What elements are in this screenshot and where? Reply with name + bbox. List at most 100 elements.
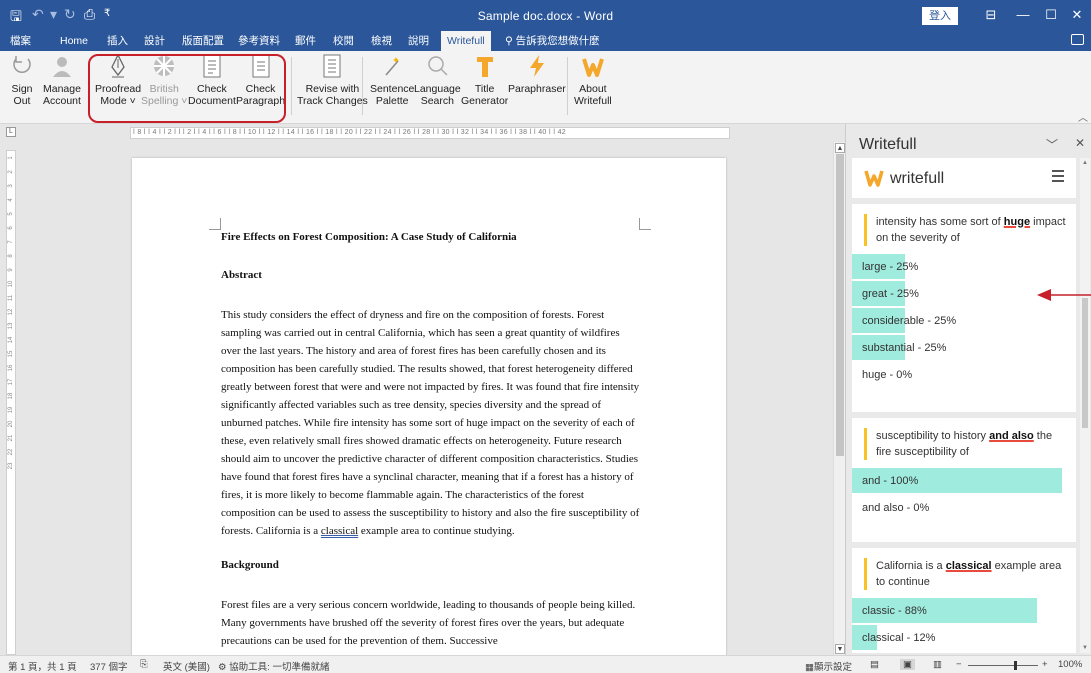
- title-bar: 🖫 ↶ ▾ ↻ ⎙ ₹ Sample doc.docx - Word 登入 ⊟ …: [0, 0, 1091, 31]
- tell-me-search[interactable]: ⚲ 告訴我您想做什麼: [505, 31, 600, 51]
- scroll-thumb[interactable]: [836, 154, 844, 456]
- tab-help[interactable]: 說明: [408, 31, 429, 51]
- tab-review[interactable]: 校閱: [333, 31, 354, 51]
- sign-out-icon: [13, 56, 31, 74]
- suggestion-label: substantial - 25%: [862, 342, 947, 354]
- print-layout-icon[interactable]: ▣: [900, 659, 915, 670]
- sentence-palette-button[interactable]: Sentence Palette: [370, 53, 414, 107]
- document-body[interactable]: Fire Effects on Forest Composition: A Ca…: [221, 230, 641, 655]
- ribbon-display-icon[interactable]: ⊟: [976, 5, 1006, 25]
- scroll-down-icon[interactable]: ▼: [1082, 645, 1088, 651]
- read-mode-icon[interactable]: ▤: [870, 659, 879, 670]
- writefull-logo-icon: [864, 170, 884, 187]
- language-search-button[interactable]: Language Search: [414, 53, 461, 107]
- proofing-icon[interactable]: ⎘: [140, 659, 148, 670]
- suggestion-context: intensity has some sort of huge impact o…: [864, 214, 1066, 246]
- title-generator-button[interactable]: Title Generator: [461, 53, 508, 107]
- word-count[interactable]: 377 個字: [90, 659, 128, 673]
- web-layout-icon[interactable]: ▥: [933, 659, 942, 670]
- tab-view[interactable]: 檢視: [371, 31, 392, 51]
- separator: [567, 57, 568, 115]
- vertical-ruler[interactable]: 1 2 3 4 5 6 7 8 9 10 11 12 13 14 15 16 17 18 19 20 21 22 23: [6, 150, 16, 655]
- background-paragraph: Forest files are a very serious concern …: [221, 599, 636, 647]
- comments-icon[interactable]: [1071, 34, 1084, 45]
- tab-file[interactable]: 檔案: [10, 31, 31, 51]
- accessibility-icon: ⚙: [218, 662, 227, 673]
- writefull-pane: Writefull ﹀ ✕ writefull intensity has so…: [845, 124, 1091, 655]
- red-arrow-annotation: [1037, 289, 1091, 301]
- suggestion-option[interactable]: and also - 0%: [852, 495, 1076, 522]
- zoom-slider-knob[interactable]: [1014, 661, 1017, 670]
- zoom-level[interactable]: 100%: [1058, 659, 1082, 670]
- lightning-icon: [529, 55, 544, 77]
- scroll-up-icon[interactable]: ▲: [1082, 160, 1088, 166]
- display-settings[interactable]: ▦顯示設定: [805, 659, 852, 673]
- word-window: 🖫 ↶ ▾ ↻ ⎙ ₹ Sample doc.docx - Word 登入 ⊟ …: [0, 0, 1091, 673]
- minimize-button[interactable]: —: [1008, 5, 1038, 25]
- search-icon: [428, 56, 448, 76]
- zoom-slider[interactable]: [968, 665, 1038, 666]
- suggestion-label: classical - 12%: [862, 632, 936, 644]
- status-bar: 第 1 頁，共 1 頁 377 個字 ⎘ 英文 (美國) ⚙ 協助工具: 一切準…: [0, 655, 1091, 673]
- suggestion-option[interactable]: classical - 12%: [852, 625, 1076, 652]
- abstract-heading: Abstract: [221, 269, 262, 281]
- horizontal-ruler[interactable]: ǀ 8 ǀ ǀ 4 ǀ ǀ 2 ǀ ǀ ǀ 2 ǀ ǀ 4 ǀ ǀ 6 ǀ ǀ …: [130, 127, 730, 139]
- tab-design[interactable]: 設計: [144, 31, 165, 51]
- suggestion-option[interactable]: huge - 0%: [852, 362, 1076, 389]
- pane-options-icon[interactable]: ﹀: [1046, 136, 1058, 153]
- page-count[interactable]: 第 1 頁，共 1 頁: [8, 659, 77, 673]
- suggestion-option[interactable]: classic - 88%: [852, 598, 1076, 625]
- suggestion-label: large - 25%: [862, 261, 919, 273]
- flagged-word[interactable]: classical: [321, 525, 358, 537]
- document-area: Fire Effects on Forest Composition: A Ca…: [22, 142, 832, 655]
- paraphraser-button[interactable]: Paraphraser: [508, 53, 566, 95]
- suggestion-card: California is a classical example area t…: [852, 542, 1076, 652]
- collapse-ribbon-icon[interactable]: ︿: [1078, 109, 1088, 124]
- tab-layout[interactable]: 版面配置: [182, 31, 224, 51]
- language-status[interactable]: 英文 (美國): [163, 659, 210, 673]
- tab-mailings[interactable]: 郵件: [295, 31, 316, 51]
- tab-insert[interactable]: 插入: [107, 31, 128, 51]
- scroll-down-icon[interactable]: ▼: [835, 644, 845, 654]
- tab-selector[interactable]: L: [6, 127, 16, 137]
- tab-home[interactable]: Home: [60, 31, 88, 51]
- manage-account-button[interactable]: Manage Account: [43, 53, 81, 107]
- about-writefull-button[interactable]: About Writefull: [574, 53, 612, 107]
- suggestion-option[interactable]: substantial - 25%: [852, 335, 1076, 362]
- sign-in-button[interactable]: 登入: [922, 7, 958, 25]
- suggestion-option[interactable]: considerable - 25%: [852, 308, 1076, 335]
- zoom-in-icon[interactable]: +: [1042, 659, 1048, 670]
- revise-track-changes-button[interactable]: Revise with Track Changes: [297, 53, 368, 107]
- suggestion-label: considerable - 25%: [862, 315, 957, 327]
- document-title: Fire Effects on Forest Composition: A Ca…: [221, 231, 517, 243]
- scroll-up-icon[interactable]: ▲: [835, 143, 845, 153]
- flagged-phrase: huge: [1003, 216, 1031, 228]
- suggestion-label: and - 100%: [862, 475, 919, 487]
- close-button[interactable]: ✕: [1062, 5, 1091, 25]
- pane-scrollbar[interactable]: ▲ ▼: [1080, 158, 1090, 653]
- highlight-annotation-box: [88, 54, 286, 123]
- tab-references[interactable]: 參考資料: [238, 31, 280, 51]
- document-page[interactable]: Fire Effects on Forest Composition: A Ca…: [132, 158, 726, 655]
- scroll-thumb[interactable]: [1082, 298, 1088, 428]
- margin-mark: [209, 218, 221, 230]
- account-icon: [52, 57, 71, 77]
- document-scrollbar[interactable]: ▲ ▼: [833, 142, 845, 655]
- suggestion-option[interactable]: and - 100%: [852, 468, 1076, 495]
- sign-out-button[interactable]: Sign Out: [10, 53, 34, 107]
- separator: [291, 57, 292, 115]
- hamburger-menu-icon[interactable]: [1052, 170, 1064, 185]
- suggestion-label: huge - 0%: [862, 369, 913, 381]
- background-heading: Background: [221, 559, 279, 571]
- ribbon-tabs: 檔案 Home 插入 設計 版面配置 參考資料 郵件 校閱 檢視 說明 Writ…: [0, 31, 1091, 51]
- zoom-out-icon[interactable]: −: [956, 659, 962, 670]
- display-icon: ▦: [805, 662, 814, 673]
- suggestion-label: great - 25%: [862, 288, 919, 300]
- accessibility-status[interactable]: ⚙ 協助工具: 一切準備就緒: [218, 659, 329, 673]
- title-t-icon: [476, 57, 493, 77]
- suggestion-card: susceptibility to history and also the f…: [852, 412, 1076, 522]
- margin-mark: [639, 218, 651, 230]
- pane-close-icon[interactable]: ✕: [1075, 136, 1085, 150]
- tab-writefull[interactable]: Writefull: [441, 31, 491, 51]
- suggestion-option[interactable]: large - 25%: [852, 254, 1076, 281]
